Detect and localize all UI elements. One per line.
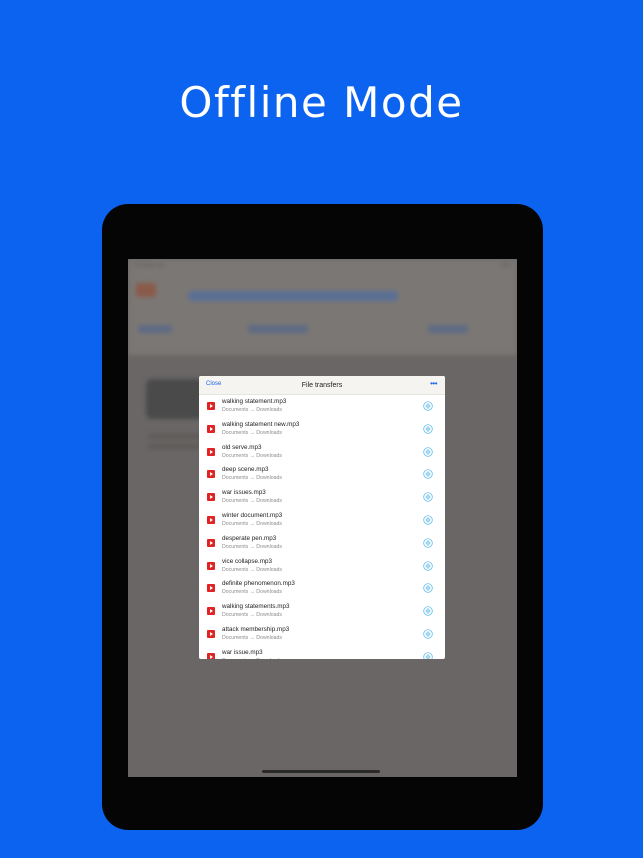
file-path: Documents → Downloads — [222, 543, 282, 550]
transfer-row[interactable]: definite phenomenon.mp3 Documents → Downl… — [199, 577, 445, 600]
file-name: definite phenomenon.mp3 — [222, 580, 295, 588]
transfer-row[interactable]: deep scene.mp3 Documents → Downloads — [199, 463, 445, 486]
transfer-row[interactable]: desperate pen.mp3 Documents → Downloads — [199, 532, 445, 555]
download-status-icon[interactable] — [423, 515, 433, 525]
file-name: old serve.mp3 — [222, 443, 262, 451]
file-name: winter document.mp3 — [222, 511, 283, 519]
file-path: Documents → Downloads — [222, 589, 282, 596]
file-path: Documents → Downloads — [222, 429, 282, 436]
file-path: Documents → Downloads — [222, 475, 282, 482]
play-file-icon — [207, 584, 215, 593]
background-tab — [428, 325, 468, 333]
file-path: Documents → Downloads — [222, 498, 282, 505]
download-status-icon[interactable] — [423, 469, 433, 480]
file-path: Documents → Downloads — [222, 566, 282, 573]
ipad-screen: 22:49 Wed 3 Jan 100% Close File transfer… — [128, 259, 517, 777]
file-path: Documents → Downloads — [222, 520, 282, 527]
file-name: desperate pen.mp3 — [222, 534, 277, 542]
play-file-icon — [207, 493, 215, 502]
background-title-bar — [188, 291, 398, 301]
download-status-icon[interactable] — [423, 583, 433, 594]
play-file-icon — [207, 447, 215, 456]
transfer-row[interactable]: war issue.mp3 Documents → Downloads — [199, 646, 445, 659]
file-path: Documents → Downloads — [222, 634, 282, 641]
play-file-icon — [207, 607, 215, 616]
status-time: 22:49 Wed 3 Jan — [134, 261, 165, 267]
close-button[interactable]: Close — [206, 381, 221, 387]
transfer-row[interactable]: walking statements.mp3 Documents → Downlo… — [199, 600, 445, 623]
transfer-row[interactable]: winter document.mp3 Documents → Downloads — [199, 509, 445, 532]
ipad-device: 22:49 Wed 3 Jan 100% Close File transfer… — [102, 204, 543, 830]
transfer-row[interactable]: attack membership.mp3 Documents → Downloa… — [199, 623, 445, 646]
file-name: attack membership.mp3 — [222, 625, 290, 633]
transfer-row[interactable]: walking statement new.mp3 Documents → Dow… — [199, 418, 445, 441]
download-status-icon[interactable] — [423, 652, 433, 659]
background-header — [128, 269, 517, 355]
play-file-icon — [207, 538, 215, 547]
background-tab — [248, 325, 308, 333]
headline: Offline Mode — [179, 78, 464, 127]
transfer-row[interactable]: vice collapse.mp3 Documents → Downloads — [199, 555, 445, 578]
file-path: Documents → Downloads — [222, 452, 282, 459]
file-transfers-modal: Close File transfers ••• walking stateme… — [199, 376, 445, 659]
modal-header: Close File transfers ••• — [199, 376, 445, 395]
download-status-icon[interactable] — [423, 560, 433, 571]
play-file-icon — [207, 402, 215, 410]
file-name: war issues.mp3 — [222, 489, 266, 497]
file-name: walking statement new.mp3 — [222, 420, 300, 428]
play-file-icon — [207, 629, 215, 638]
transfer-list: walking statement.mp3 Documents → Downloa… — [199, 395, 445, 659]
download-status-icon[interactable] — [423, 424, 433, 434]
file-path: Documents → Downloads — [222, 658, 282, 659]
play-file-icon — [207, 515, 215, 524]
file-name: walking statements.mp3 — [222, 603, 290, 611]
file-name: war issue.mp3 — [222, 648, 263, 656]
download-status-icon[interactable] — [423, 629, 433, 639]
home-indicator — [262, 770, 380, 773]
file-name: walking statement.mp3 — [222, 398, 287, 405]
file-name: deep scene.mp3 — [222, 466, 269, 474]
play-file-icon — [207, 652, 215, 659]
more-options-button[interactable]: ••• — [430, 379, 437, 388]
download-status-icon[interactable] — [423, 538, 433, 548]
status-bar: 22:49 Wed 3 Jan 100% — [128, 259, 517, 269]
transfer-row[interactable]: walking statement.mp3 Documents → Downloa… — [199, 395, 445, 418]
background-tab — [138, 325, 172, 333]
download-status-icon[interactable] — [423, 446, 433, 457]
file-path: Documents → Downloads — [222, 407, 282, 413]
background-logo — [136, 283, 156, 297]
download-status-icon[interactable] — [423, 401, 433, 411]
download-status-icon[interactable] — [423, 606, 433, 616]
play-file-icon — [207, 424, 215, 433]
modal-title: File transfers — [301, 381, 343, 389]
play-file-icon — [207, 470, 215, 479]
download-status-icon[interactable] — [423, 492, 433, 502]
play-file-icon — [207, 561, 215, 570]
status-battery: 100% — [500, 261, 511, 267]
file-name: vice collapse.mp3 — [222, 557, 273, 565]
file-path: Documents → Downloads — [222, 612, 282, 619]
transfer-row[interactable]: war issues.mp3 Documents → Downloads — [199, 486, 445, 509]
transfer-row[interactable]: old serve.mp3 Documents → Downloads — [199, 441, 445, 464]
